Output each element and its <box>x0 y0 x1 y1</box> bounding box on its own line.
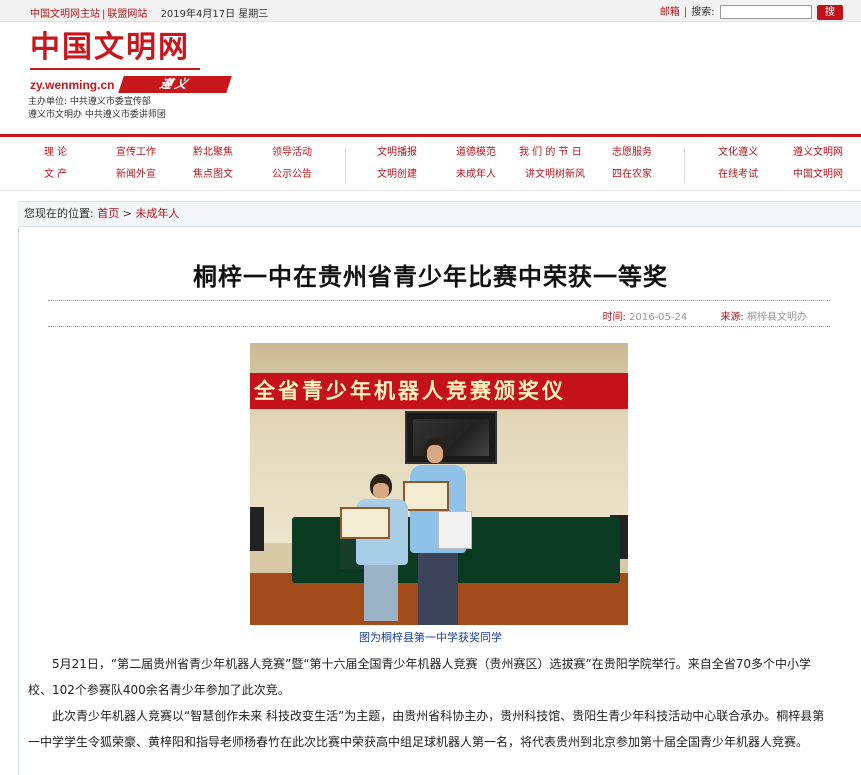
separator: | <box>102 9 106 20</box>
search-label: 搜索: <box>691 7 715 18</box>
photo-student <box>427 445 443 463</box>
top-tools: 邮箱 | 搜索: 搜 <box>660 3 843 20</box>
photo-certificate <box>340 507 390 539</box>
article-paragraph: 5月21日，“第二届贵州省青少年机器人竞赛”暨“第十六届全国青少年机器人竞赛（贵… <box>28 651 834 703</box>
nav-item[interactable]: 未成年人 <box>456 167 496 182</box>
host-line: 主办单位: 中共遵义市委宣传部 <box>28 97 151 107</box>
photo-tv <box>405 411 497 464</box>
photo-certificate <box>403 481 449 511</box>
host-info: 主办单位: 中共遵义市委宣传部 遵义市文明办 中共遵义市委讲师团 <box>28 96 166 122</box>
article-meta: 时间: 2016-05-24 来源: 桐梓县文明办 <box>603 308 807 323</box>
photo-prize-box <box>438 511 472 549</box>
nav-item[interactable]: 领导活动 <box>272 145 312 160</box>
nav-item[interactable]: 文 产 <box>44 167 67 182</box>
host-line: 遵义市文明办 中共遵义市委讲师团 <box>28 110 166 120</box>
site-logo[interactable]: 中国文明网 zy.wenming.cn 遵义 <box>30 30 232 96</box>
time-label: 时间: <box>602 312 626 323</box>
site-domain: zy.wenming.cn <box>30 78 115 92</box>
nav-item[interactable]: 宣传工作 <box>116 145 156 160</box>
article-paragraph: 此次青少年机器人竞赛以“智慧创作未来 科技改变生活”为主题，由贵州省科协主办，贵… <box>28 703 834 755</box>
mail-link[interactable]: 邮箱 <box>660 7 680 18</box>
separator: | <box>683 7 688 18</box>
breadcrumb-label: 您现在的位置: <box>24 207 94 220</box>
breadcrumb-current[interactable]: 未成年人 <box>135 207 179 220</box>
publish-time: 2016-05-24 <box>629 312 688 323</box>
main-nav: 理 论 文 产 宣传工作 新闻外宣 黔北聚焦 焦点图文 领导活动 公示公告 文明… <box>0 145 861 187</box>
nav-item[interactable]: 中国文明网 <box>793 167 843 182</box>
search-button[interactable]: 搜 <box>817 4 843 20</box>
photo-student <box>364 563 398 621</box>
article-source: 桐梓县文明办 <box>747 312 807 323</box>
nav-item[interactable]: 黔北聚焦 <box>193 145 233 160</box>
paragraph-text: 此次青少年机器人竞赛以“智慧创作未来 科技改变生活”为主题，由贵州省科协主办，贵… <box>28 709 825 749</box>
paragraph-text: 5月21日，“第二届贵州省青少年机器人竞赛”暨“第十六届全国青少年机器人竞赛（贵… <box>28 657 812 697</box>
photo-caption: 图为桐梓县第一中学获奖同学 <box>359 631 502 644</box>
nav-item[interactable]: 四在农家 <box>612 167 652 182</box>
nav-item[interactable]: 道德模范 <box>456 145 496 160</box>
nav-item[interactable]: 志愿服务 <box>612 145 652 160</box>
logo-text: 中国文明网 <box>30 30 190 65</box>
nav-divider <box>684 147 685 183</box>
nav-bottom-rule <box>0 190 861 191</box>
nav-item[interactable]: 焦点图文 <box>193 167 233 182</box>
photo-student <box>418 549 458 625</box>
top-links: 中国文明网主站 | 联盟网站 2019年4月17日 星期三 <box>30 5 268 20</box>
nav-item[interactable]: 文明播报 <box>377 145 417 160</box>
dotted-divider <box>48 326 830 327</box>
breadcrumb-home[interactable]: 首页 <box>97 207 119 220</box>
nav-item[interactable]: 文化遵义 <box>718 145 758 160</box>
nav-item[interactable]: 遵义文明网 <box>793 145 843 160</box>
photo-banner: 全省青少年机器人竞赛颁奖仪 <box>250 373 628 409</box>
nav-item[interactable]: 公示公告 <box>272 167 312 182</box>
nav-item[interactable]: 新闻外宣 <box>116 167 156 182</box>
alliance-link[interactable]: 联盟网站 <box>107 9 147 20</box>
header-red-rule <box>0 134 861 137</box>
nav-item[interactable]: 讲文明树新风 <box>525 167 585 182</box>
breadcrumb: 您现在的位置: 首页 > 未成年人 <box>18 201 861 227</box>
nav-item[interactable]: 在线考试 <box>718 167 758 182</box>
photo-speaker <box>250 507 264 551</box>
nav-item[interactable]: 文明创建 <box>377 167 417 182</box>
source-label: 来源: <box>720 312 744 323</box>
nav-item[interactable]: 我 们 的 节 日 <box>519 145 582 160</box>
article-title: 桐梓一中在贵州省青少年比赛中荣获一等奖 <box>193 263 668 291</box>
nav-item[interactable]: 理 论 <box>44 145 67 160</box>
logo-underline <box>30 68 200 70</box>
breadcrumb-arrow: > <box>122 207 132 220</box>
main-site-link[interactable]: 中国文明网主站 <box>30 9 100 20</box>
dotted-divider <box>48 300 830 301</box>
city-seal-logo: 遵义 <box>118 76 232 93</box>
search-input[interactable] <box>719 5 812 19</box>
nav-divider <box>345 147 346 183</box>
logo-domain-row: zy.wenming.cn 遵义 <box>30 76 232 96</box>
current-date: 2019年4月17日 星期三 <box>160 9 269 20</box>
photo-student <box>373 483 389 498</box>
article-photo: 全省青少年机器人竞赛颁奖仪 <box>250 343 628 625</box>
top-bar: 中国文明网主站 | 联盟网站 2019年4月17日 星期三 邮箱 | 搜索: 搜 <box>0 0 861 22</box>
